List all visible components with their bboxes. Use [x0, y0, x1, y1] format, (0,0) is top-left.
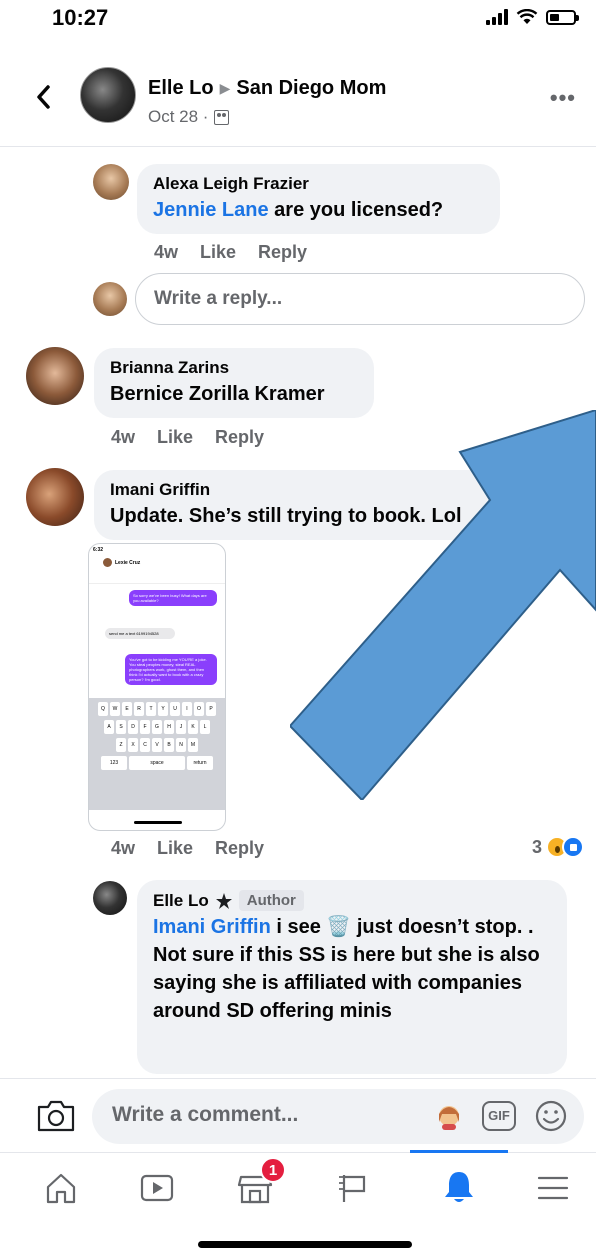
attachment-time: 6:32: [93, 547, 104, 553]
reply-input[interactable]: Write a reply...: [135, 273, 585, 325]
wifi-icon: [516, 9, 538, 24]
attachment-contact-avatar: [103, 558, 112, 567]
keyboard-row: QWERTYUIOP: [92, 702, 222, 716]
status-time: 10:27: [52, 5, 109, 30]
attachment-message: You've got to be kidding me YOU'RE a jok…: [125, 654, 217, 685]
group-audience-icon: [214, 109, 230, 125]
comment-input[interactable]: Write a comment... GIF: [92, 1089, 584, 1144]
comment-text[interactable]: Bernice Zorilla Kramer: [110, 380, 358, 408]
like-reaction-icon: [562, 836, 584, 858]
comment-time: 4w: [111, 838, 136, 858]
post-meta: Oct 28 ·: [148, 107, 230, 127]
post-author-name[interactable]: Elle Lo: [148, 77, 214, 100]
flag-icon: [339, 1175, 366, 1202]
keyboard-row: 123 space return: [92, 756, 222, 770]
like-button[interactable]: Like: [157, 838, 193, 859]
comment-avatar[interactable]: [26, 347, 84, 405]
reaction-count: 3: [531, 836, 542, 857]
avatar-sticker-icon[interactable]: [436, 1104, 462, 1130]
status-icons: [486, 9, 579, 25]
author-badge: Author: [238, 890, 304, 911]
comment-time: 4w: [111, 427, 136, 447]
emoji-icon[interactable]: [534, 1099, 568, 1133]
mention-link[interactable]: Imani Griffin: [153, 916, 271, 938]
attachment-message: So sorry we've been busy! What days are …: [129, 590, 217, 606]
attachment-keyboard: QWERTYUIOP ASDFGHJKL ZXCVBNM 123 space r…: [89, 698, 225, 810]
notification-count-badge: 1: [260, 1157, 286, 1183]
tab-home[interactable]: [12, 1153, 110, 1223]
keyboard-row: ZXCVBNM: [92, 738, 222, 752]
comment-text: Imani Griffin i see 🗑️ just doesn’t stop…: [153, 916, 540, 1022]
comment-text: Jennie Lane are you licensed?: [153, 199, 444, 221]
gif-button[interactable]: GIF: [482, 1101, 516, 1131]
comment-bubble[interactable]: Elle Lo Author Imani Griffin i see 🗑️ ju…: [137, 880, 567, 1074]
reply-button[interactable]: Reply: [258, 242, 307, 263]
comment-avatar[interactable]: [26, 468, 84, 526]
comment-avatar[interactable]: [93, 164, 129, 200]
mention-link[interactable]: Jennie Lane: [153, 199, 269, 221]
comment-actions: 4w Like Reply: [111, 838, 264, 859]
reaction-summary[interactable]: 3: [532, 836, 584, 858]
post-title: Elle Lo ▶ San Diego Mom: [148, 77, 386, 100]
attachment-chat-header: 6:32 Lexie Cruz: [89, 544, 225, 584]
comment-avatar[interactable]: [93, 881, 127, 915]
comment-actions: 4w Like Reply: [111, 427, 264, 448]
tab-pages[interactable]: [304, 1153, 402, 1223]
post-date[interactable]: Oct 28 ·: [148, 107, 208, 127]
home-icon: [46, 1173, 76, 1204]
comment-actions: 4w Like Reply: [154, 242, 307, 263]
comment-author-row: Elle Lo Author: [153, 890, 551, 911]
group-name[interactable]: San Diego Mom: [236, 77, 386, 100]
attachment-contact-name: Lexie Cruz: [115, 560, 141, 566]
annotation-arrow-overlay: [290, 410, 596, 800]
reply-avatar: [93, 282, 127, 316]
comment-attachment-image[interactable]: 6:32 Lexie Cruz So sorry we've been busy…: [88, 543, 226, 831]
status-bar: 10:27: [0, 0, 596, 40]
tab-menu[interactable]: [504, 1153, 596, 1223]
comment-bubble[interactable]: Alexa Leigh Frazier Jennie Lane are you …: [137, 164, 500, 234]
like-button[interactable]: Like: [200, 242, 236, 263]
home-indicator[interactable]: [198, 1241, 412, 1248]
reply-button[interactable]: Reply: [215, 838, 264, 859]
attachment-message: send me a text 6199194528: [105, 628, 175, 639]
hamburger-menu-icon: [537, 1176, 569, 1200]
comment-bubble[interactable]: Brianna Zarins Bernice Zorilla Kramer: [94, 348, 374, 418]
attachment-home-indicator: [134, 821, 182, 824]
like-button[interactable]: Like: [157, 427, 193, 448]
post-header: Elle Lo ▶ San Diego Mom Oct 28 · •••: [0, 55, 596, 147]
video-play-icon: [140, 1174, 174, 1202]
battery-icon: [546, 9, 579, 25]
author-avatar[interactable]: [80, 67, 136, 123]
reply-button[interactable]: Reply: [215, 427, 264, 448]
tab-notifications[interactable]: [410, 1150, 508, 1220]
tab-watch[interactable]: [108, 1153, 206, 1223]
comment-author[interactable]: Elle Lo: [153, 891, 209, 911]
keyboard-row: ASDFGHJKL: [92, 720, 222, 734]
comment-input-placeholder: Write a comment...: [112, 1103, 299, 1126]
tab-marketplace[interactable]: 1: [206, 1153, 304, 1223]
more-options-button[interactable]: •••: [550, 85, 576, 111]
comment-time: 4w: [154, 242, 179, 262]
comment-composer: Write a comment... GIF: [0, 1078, 596, 1152]
bell-icon: [445, 1171, 473, 1202]
triangle-right-icon: ▶: [219, 80, 231, 96]
camera-icon[interactable]: [36, 1099, 76, 1133]
back-arrow-icon[interactable]: [30, 77, 60, 117]
top-contributor-icon: [215, 892, 232, 909]
comment-author[interactable]: Brianna Zarins: [110, 358, 358, 378]
bottom-tab-bar: 1: [0, 1150, 596, 1223]
comment-author[interactable]: Alexa Leigh Frazier: [153, 174, 484, 194]
cellular-signal-icon: [486, 9, 508, 25]
